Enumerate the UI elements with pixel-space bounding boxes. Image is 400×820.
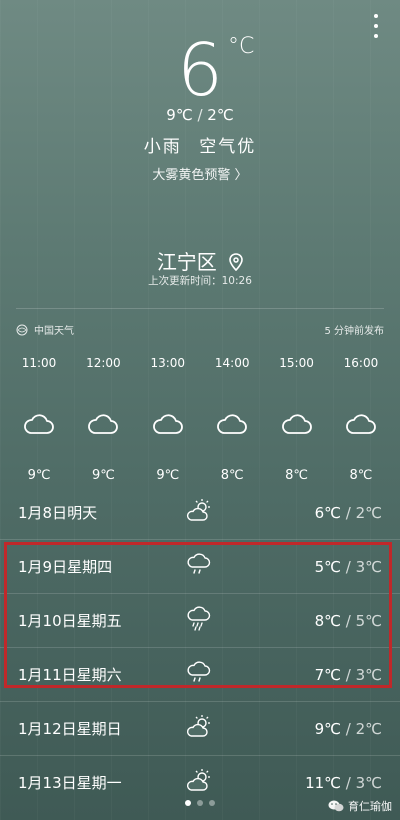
current-temp-value: 6 bbox=[177, 28, 223, 112]
day-high: 9℃ bbox=[314, 719, 342, 738]
hour-time: 11:00 bbox=[21, 356, 57, 370]
source-name: 中国天气 bbox=[34, 326, 74, 337]
hour-time: 12:00 bbox=[86, 356, 121, 370]
day-low: 2℃ bbox=[355, 719, 382, 738]
condition-summary: 小雨 空气优 bbox=[0, 132, 400, 157]
day-low-sep: / bbox=[341, 773, 356, 792]
condition-text: 小雨 bbox=[143, 137, 182, 157]
location-header[interactable]: 江宁区 bbox=[0, 246, 400, 276]
hour-temp: 9℃ bbox=[27, 468, 51, 483]
hourly-item: 14:00 8℃ bbox=[201, 356, 263, 483]
day-date: 1月12日星期日 bbox=[18, 720, 122, 738]
hour-time: 13:00 bbox=[150, 356, 186, 370]
hour-temp: 9℃ bbox=[156, 468, 180, 483]
hour-time: 15:00 bbox=[279, 356, 314, 370]
published-time: 5 分钟前发布 bbox=[324, 326, 384, 337]
page-dot[interactable] bbox=[209, 800, 215, 806]
data-source: 中国天气 bbox=[16, 322, 74, 337]
hourly-item: 13:00 9℃ bbox=[137, 356, 199, 483]
last-updated: 上次更新时间：10:26 bbox=[148, 275, 252, 287]
hour-temp: 8℃ bbox=[349, 468, 373, 483]
hour-temp: 8℃ bbox=[220, 468, 244, 483]
partly-cloudy-icon bbox=[186, 714, 212, 740]
divider bbox=[16, 308, 384, 309]
day-high: 11℃ bbox=[305, 773, 342, 792]
hi-lo-separator: / bbox=[197, 106, 208, 124]
daily-row[interactable]: 1月8日明天 6℃ / 2℃ bbox=[0, 486, 400, 539]
day-high: 6℃ bbox=[314, 503, 342, 522]
hourly-item: 16:00 8℃ bbox=[330, 356, 392, 483]
cloud-icon bbox=[137, 412, 199, 472]
watermark: 育仁瑜伽 bbox=[328, 798, 392, 814]
hourly-item: 12:00 9℃ bbox=[72, 356, 134, 483]
day-temps: 9℃ / 2℃ bbox=[315, 720, 382, 738]
cloud-icon bbox=[201, 412, 263, 472]
cloud-icon bbox=[8, 412, 70, 472]
day-low: 2℃ bbox=[355, 503, 382, 522]
today-high-low: 9℃ / 2℃ bbox=[0, 106, 400, 124]
location-pin-icon bbox=[229, 252, 243, 276]
day-date: 1月13日星期一 bbox=[18, 774, 122, 792]
weather-alert-link[interactable]: 大雾黄色预警 〉 bbox=[0, 164, 400, 183]
today-low: 2℃ bbox=[207, 106, 234, 124]
air-quality: 空气优 bbox=[199, 137, 257, 157]
day-low-sep: / bbox=[341, 719, 356, 738]
hour-temp: 8℃ bbox=[285, 468, 308, 483]
wechat-icon bbox=[328, 800, 344, 812]
day-temps: 11℃ / 3℃ bbox=[305, 774, 382, 792]
cloud-icon bbox=[266, 412, 328, 472]
hour-time: 16:00 bbox=[343, 356, 379, 370]
today-high: 9℃ bbox=[166, 106, 193, 124]
hourly-item: 11:00 9℃ bbox=[8, 356, 70, 483]
hour-temp: 9℃ bbox=[91, 468, 115, 483]
day-temps: 6℃ / 2℃ bbox=[315, 504, 382, 522]
hour-time: 14:00 bbox=[214, 356, 250, 370]
page-dot[interactable] bbox=[197, 800, 203, 806]
hourly-forecast: 11:00 9℃ 12:00 9℃ 13:00 9℃ 14:00 8℃ 15:00 8℃ 16:00… bbox=[8, 356, 392, 483]
day-low: 3℃ bbox=[355, 773, 382, 792]
current-temperature: 6 °C bbox=[0, 30, 400, 110]
temp-unit: °C bbox=[228, 34, 255, 59]
hourly-item: 15:00 8℃ bbox=[266, 356, 328, 483]
page-dot-active[interactable] bbox=[185, 800, 191, 806]
highlight-box bbox=[4, 542, 392, 688]
cloud-icon bbox=[72, 412, 134, 472]
partly-cloudy-icon bbox=[186, 498, 212, 524]
watermark-text: 育仁瑜伽 bbox=[348, 800, 392, 813]
china-weather-logo-icon bbox=[16, 324, 28, 335]
daily-row[interactable]: 1月12日星期日 9℃ / 2℃ bbox=[0, 701, 400, 755]
day-low-sep: / bbox=[341, 503, 356, 522]
day-date: 1月8日明天 bbox=[18, 504, 98, 522]
cloud-icon bbox=[330, 412, 392, 472]
location-name: 江宁区 bbox=[156, 250, 217, 274]
